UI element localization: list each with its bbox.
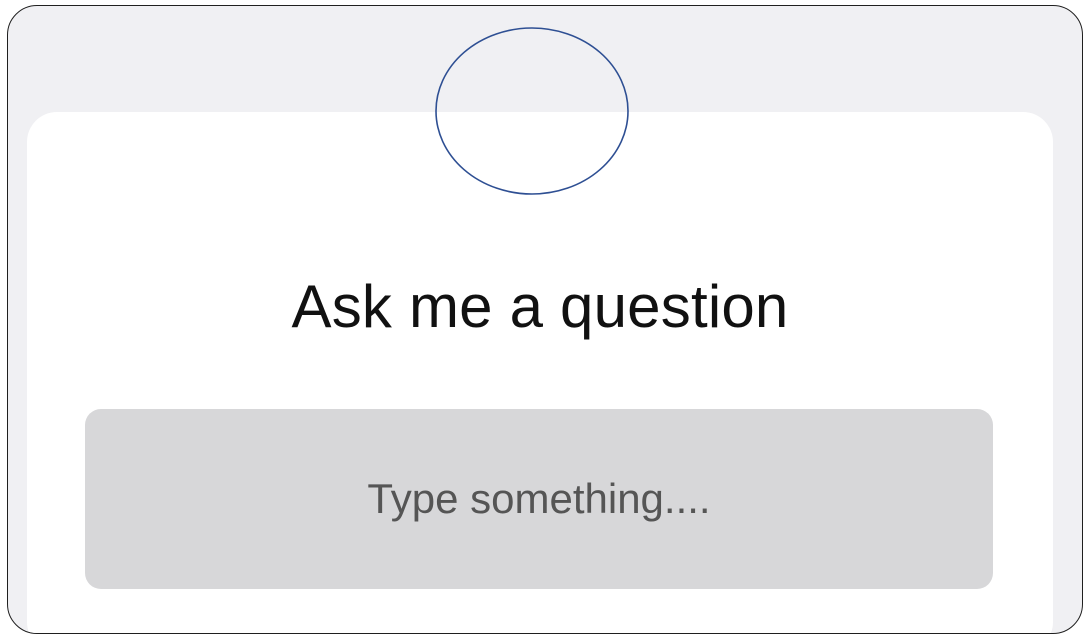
page-title: Ask me a question bbox=[291, 273, 789, 340]
avatar bbox=[435, 27, 629, 195]
app-frame: Ask me a question Type something.... bbox=[7, 5, 1083, 634]
input-placeholder: Type something.... bbox=[367, 475, 711, 522]
question-input[interactable]: Type something.... bbox=[85, 409, 993, 589]
avatar-circle bbox=[435, 27, 629, 195]
